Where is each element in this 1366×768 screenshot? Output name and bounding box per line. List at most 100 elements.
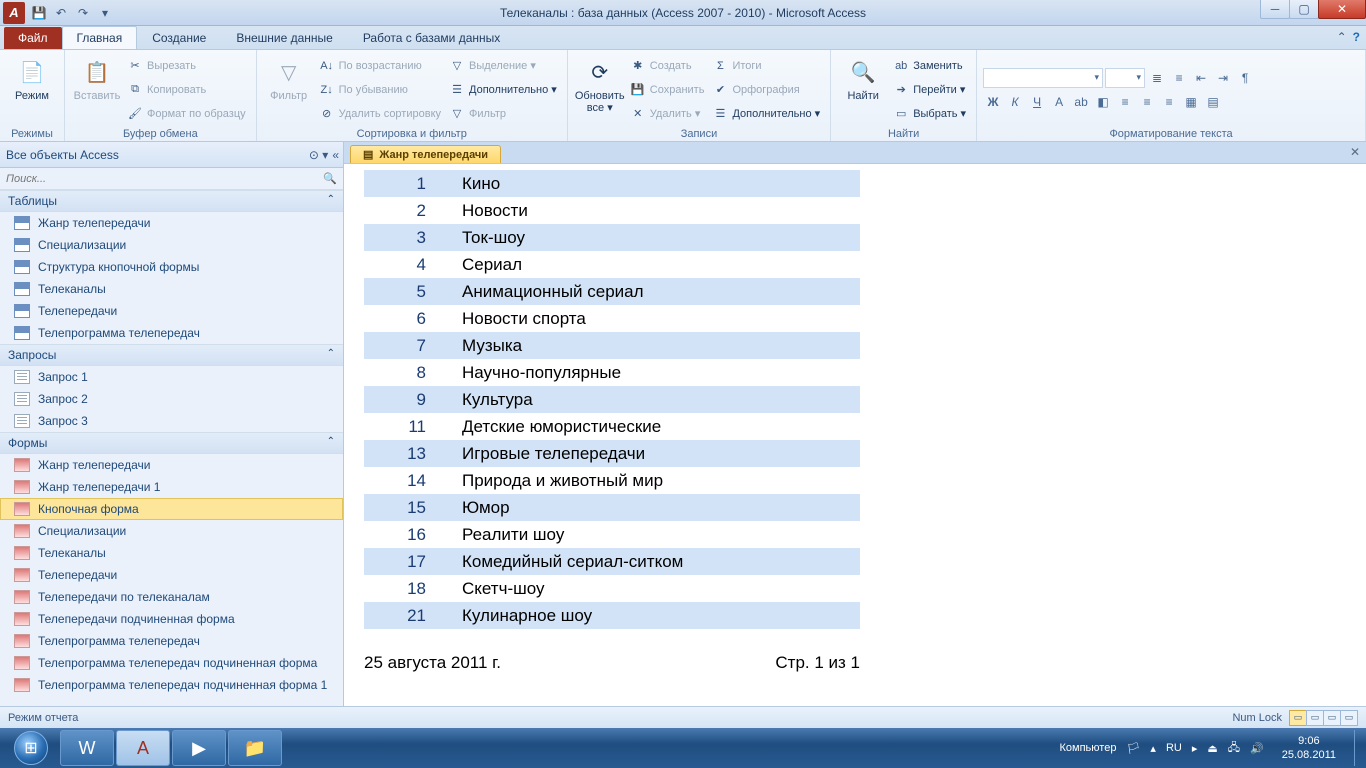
nav-cat-forms[interactable]: Формы⌃ xyxy=(0,432,343,454)
font-color-button[interactable]: A xyxy=(1049,92,1069,112)
nav-item[interactable]: Телеканалы xyxy=(0,542,343,564)
selection-button[interactable]: ▽Выделение ▾ xyxy=(445,55,561,77)
tray-volume-icon[interactable]: 🔊 xyxy=(1250,742,1264,755)
nav-item[interactable]: Жанр телепередачи xyxy=(0,454,343,476)
nav-item[interactable]: Телепередачи подчиненная форма xyxy=(0,608,343,630)
report-row[interactable]: 5Анимационный сериал xyxy=(364,278,860,305)
refresh-all-button[interactable]: ⟳ Обновить все ▾ xyxy=(574,52,626,127)
advanced-filter-button[interactable]: ☰Дополнительно ▾ xyxy=(445,79,561,101)
search-input[interactable] xyxy=(6,173,323,185)
layout-view-button[interactable]: ▭ xyxy=(1323,710,1341,726)
goto-button[interactable]: ➔Перейти ▾ xyxy=(889,79,970,101)
fill-color-button[interactable]: ◧ xyxy=(1093,92,1113,112)
tray-computer[interactable]: Компьютер xyxy=(1060,742,1117,754)
nav-cat-queries[interactable]: Запросы⌃ xyxy=(0,344,343,366)
find-button[interactable]: 🔍 Найти xyxy=(837,52,889,127)
nav-item[interactable]: Кнопочная форма xyxy=(0,498,343,520)
nav-item[interactable]: Специализации xyxy=(0,520,343,542)
document-close-icon[interactable]: ✕ xyxy=(1350,145,1360,159)
report-row[interactable]: 9Культура xyxy=(364,386,860,413)
clear-sort-button[interactable]: ⊘Удалить сортировку xyxy=(315,103,445,125)
save-record-button[interactable]: 💾Сохранить xyxy=(626,79,709,101)
totals-button[interactable]: ΣИтоги xyxy=(708,55,824,77)
report-row[interactable]: 17Комедийный сериал-ситком xyxy=(364,548,860,575)
tab-create[interactable]: Создание xyxy=(137,26,221,49)
nav-item[interactable]: Телепрограмма телепередач xyxy=(0,630,343,652)
copy-button[interactable]: ⧉Копировать xyxy=(123,79,250,101)
tray-up-icon[interactable]: ▴ xyxy=(1150,742,1156,755)
more-records-button[interactable]: ☰Дополнительно ▾ xyxy=(708,103,824,125)
report-row[interactable]: 2Новости xyxy=(364,197,860,224)
tray-lang[interactable]: RU xyxy=(1166,742,1182,754)
file-tab[interactable]: Файл xyxy=(4,27,62,49)
report-view[interactable]: 1Кино2Новости3Ток-шоу4Сериал5Анимационны… xyxy=(344,164,1366,706)
task-explorer[interactable]: 📁 xyxy=(228,730,282,766)
nav-item[interactable]: Структура кнопочной формы xyxy=(0,256,343,278)
indent-inc-button[interactable]: ⇥ xyxy=(1213,68,1233,88)
report-row[interactable]: 14Природа и животный мир xyxy=(364,467,860,494)
report-row[interactable]: 18Скетч-шоу xyxy=(364,575,860,602)
nav-item[interactable]: Телеканалы xyxy=(0,278,343,300)
close-button[interactable]: ✕ xyxy=(1318,0,1366,19)
search-icon[interactable]: 🔍 xyxy=(323,172,337,185)
nav-scroll[interactable]: Таблицы⌃ Жанр телепередачиСпециализацииС… xyxy=(0,190,343,706)
report-row[interactable]: 6Новости спорта xyxy=(364,305,860,332)
bold-button[interactable]: Ж xyxy=(983,92,1003,112)
qat-customize-icon[interactable]: ▾ xyxy=(96,4,114,22)
tray-flag2-icon[interactable]: ▸ xyxy=(1192,742,1198,755)
replace-button[interactable]: abЗаменить xyxy=(889,55,970,77)
nav-item[interactable]: Телепрограмма телепередач подчиненная фо… xyxy=(0,674,343,696)
tray-clock[interactable]: 9:06 25.08.2011 xyxy=(1274,734,1344,762)
tray-network-icon[interactable]: 🖧 xyxy=(1228,739,1240,758)
spelling-button[interactable]: ✔Орфография xyxy=(708,79,824,101)
report-row[interactable]: 3Ток-шоу xyxy=(364,224,860,251)
nav-dropdown-icon[interactable]: ⊙ ▾ xyxy=(309,148,328,162)
report-row[interactable]: 15Юмор xyxy=(364,494,860,521)
format-painter-button[interactable]: 🖌Формат по образцу xyxy=(123,103,250,125)
report-view-button[interactable]: ▭ xyxy=(1289,710,1307,726)
sort-asc-button[interactable]: A↓По возрастанию xyxy=(315,55,445,77)
paste-button[interactable]: 📋 Вставить xyxy=(71,52,123,127)
new-record-button[interactable]: ✱Создать xyxy=(626,55,709,77)
save-icon[interactable]: 💾 xyxy=(30,4,48,22)
design-view-button[interactable]: ▭ xyxy=(1340,710,1358,726)
tab-home[interactable]: Главная xyxy=(62,26,138,49)
delete-record-button[interactable]: ✕Удалить ▾ xyxy=(626,103,709,125)
report-row[interactable]: 4Сериал xyxy=(364,251,860,278)
font-size-select[interactable] xyxy=(1105,68,1145,88)
sort-desc-button[interactable]: Z↓По убыванию xyxy=(315,79,445,101)
task-access[interactable]: A xyxy=(116,730,170,766)
tray-safely-remove-icon[interactable]: ⏏ xyxy=(1207,742,1217,755)
tab-database-tools[interactable]: Работа с базами данных xyxy=(348,26,515,49)
maximize-button[interactable]: ▢ xyxy=(1289,0,1319,19)
task-word[interactable]: W xyxy=(60,730,114,766)
select-button[interactable]: ▭Выбрать ▾ xyxy=(889,103,970,125)
nav-item[interactable]: Жанр телепередачи xyxy=(0,212,343,234)
nav-item[interactable]: Телепрограмма телепередач подчиненная фо… xyxy=(0,652,343,674)
report-row[interactable]: 1Кино xyxy=(364,170,860,197)
report-row[interactable]: 8Научно-популярные xyxy=(364,359,860,386)
cut-button[interactable]: ✂Вырезать xyxy=(123,55,250,77)
alt-row-button[interactable]: ▤ xyxy=(1203,92,1223,112)
nav-item[interactable]: Специализации xyxy=(0,234,343,256)
redo-icon[interactable]: ↷ xyxy=(74,4,92,22)
font-family-select[interactable] xyxy=(983,68,1103,88)
italic-button[interactable]: К xyxy=(1005,92,1025,112)
filter-big-button[interactable]: ▽ Фильтр xyxy=(263,52,315,127)
nav-header[interactable]: Все объекты Access ⊙ ▾ « xyxy=(0,142,343,168)
undo-icon[interactable]: ↶ xyxy=(52,4,70,22)
report-row[interactable]: 11Детские юмористические xyxy=(364,413,860,440)
nav-item[interactable]: Запрос 2 xyxy=(0,388,343,410)
view-button[interactable]: 📄 Режим xyxy=(6,52,58,127)
numbering-button[interactable]: ≡ xyxy=(1169,68,1189,88)
gridlines-button[interactable]: ▦ xyxy=(1181,92,1201,112)
ltr-button[interactable]: ¶ xyxy=(1235,68,1255,88)
align-center-button[interactable]: ≡ xyxy=(1137,92,1157,112)
indent-dec-button[interactable]: ⇤ xyxy=(1191,68,1211,88)
align-right-button[interactable]: ≡ xyxy=(1159,92,1179,112)
print-preview-button[interactable]: ▭ xyxy=(1306,710,1324,726)
toggle-filter-button[interactable]: ▽Фильтр xyxy=(445,103,561,125)
nav-item[interactable]: Телепрограмма телепередач xyxy=(0,322,343,344)
document-tab[interactable]: ▤ Жанр телепередачи xyxy=(350,145,501,163)
nav-item[interactable]: Телепередачи xyxy=(0,300,343,322)
